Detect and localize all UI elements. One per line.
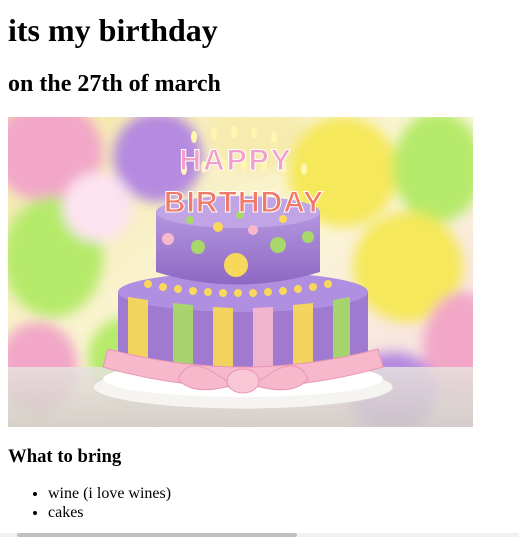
list-item: wine (i love wines) (48, 485, 171, 504)
birthday-cake-image: HAPPY BIRTHDAY (8, 117, 473, 427)
page-subtitle: on the 27th of march (8, 71, 221, 97)
horizontal-scrollbar[interactable] (0, 533, 519, 537)
what-to-bring-heading: What to bring (8, 446, 122, 467)
list-item: cakes (48, 504, 171, 523)
birthday-topper: BIRTHDAY (164, 186, 324, 219)
bring-list: wine (i love wines) cakes (8, 485, 171, 522)
page-title: its my birthday (8, 12, 218, 48)
scrollbar-thumb[interactable] (17, 533, 297, 537)
happy-topper: HAPPY (179, 144, 292, 177)
